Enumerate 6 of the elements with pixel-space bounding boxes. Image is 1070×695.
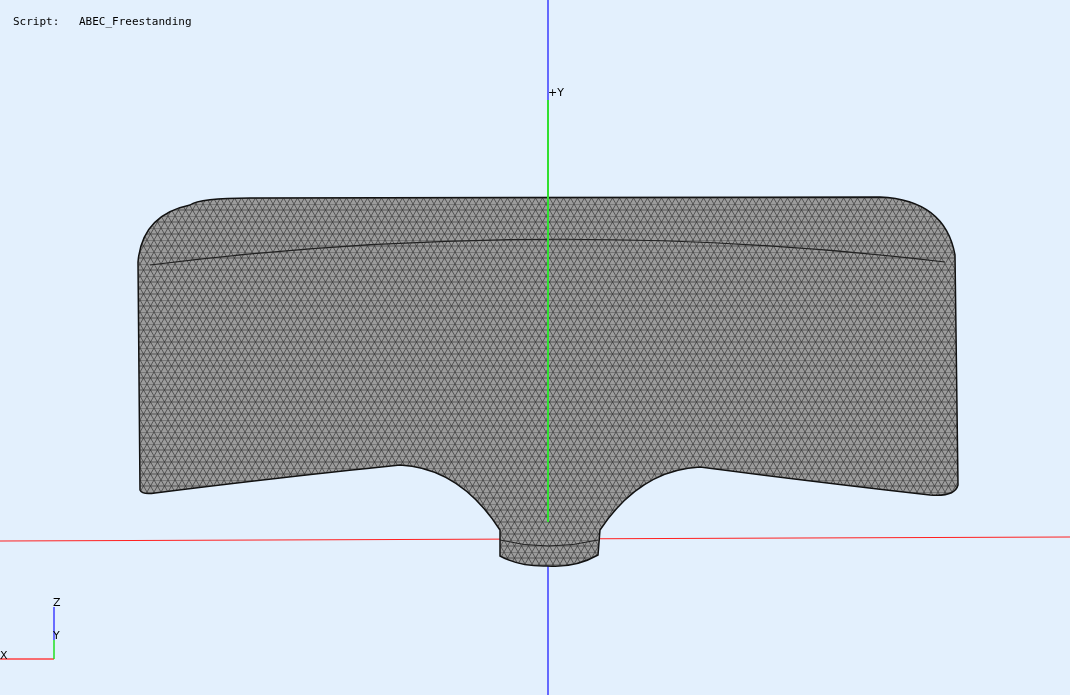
axis-label: Y bbox=[53, 630, 60, 641]
axis-gizmo-drawing bbox=[0, 606, 55, 660]
script-label: Script: bbox=[13, 16, 60, 27]
axis-label: Z bbox=[53, 597, 61, 608]
script-name: ABEC_Freestanding bbox=[79, 16, 192, 27]
axis-label: +Y bbox=[548, 87, 564, 98]
